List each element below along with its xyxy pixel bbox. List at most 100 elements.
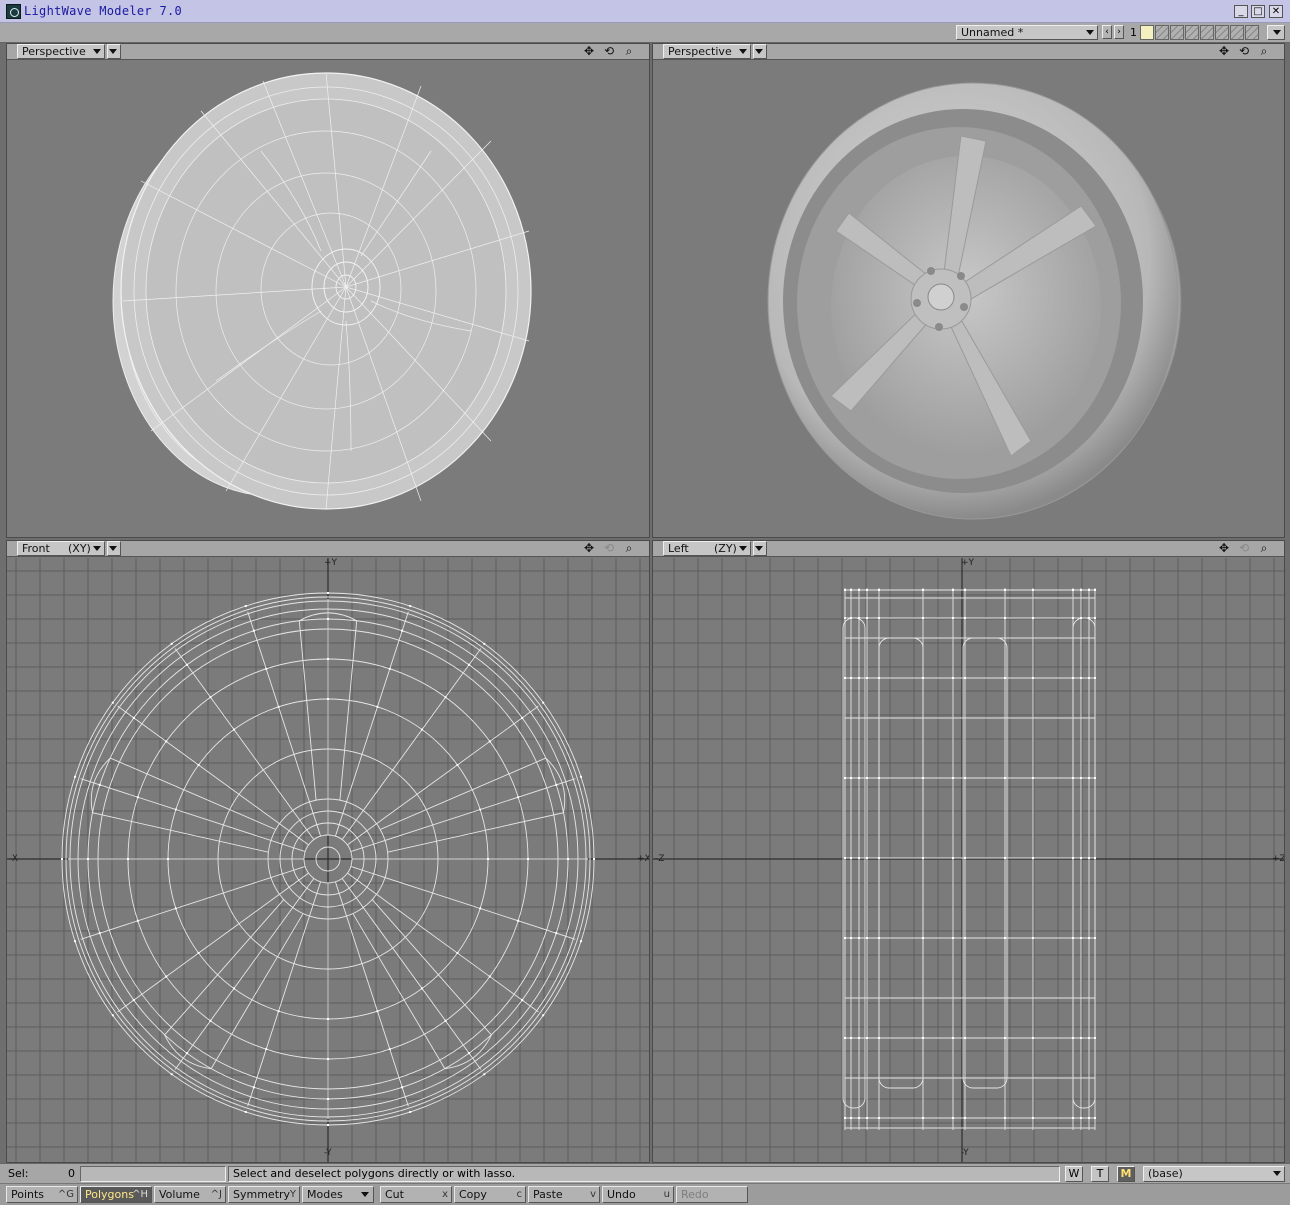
chevron-down-icon: [1273, 30, 1281, 35]
front-wireframe: [7, 558, 649, 1162]
cut-button[interactable]: Cut x: [380, 1186, 452, 1203]
button-label: Copy: [459, 1188, 487, 1201]
points-mode-button[interactable]: Points ^G: [6, 1186, 78, 1203]
zoom-icon[interactable]: ⌕: [621, 542, 637, 556]
viewport-bottom-right[interactable]: Left (ZY) ✥ ⟲ ⌕ +Y -Y -Z +Z: [652, 540, 1285, 1163]
viewport-bottom-left[interactable]: Front (XY) ✥ ⟲ ⌕ +Y -Y -X +X: [6, 540, 650, 1163]
viewport-top-right[interactable]: Perspective ✥ ⟲ ⌕: [652, 43, 1285, 538]
layer-slot-1[interactable]: [1140, 25, 1154, 40]
axis-label-top: +Y: [961, 558, 975, 568]
command-bar: Points ^G Polygons ^H Volume ^J Symmetry Y M…: [0, 1183, 1290, 1205]
polygons-mode-button[interactable]: Polygons ^H: [80, 1186, 152, 1203]
rotate-icon[interactable]: ⟲: [1236, 45, 1252, 59]
chevron-down-icon: [109, 49, 117, 54]
texture-toggle[interactable]: T: [1091, 1166, 1109, 1182]
sel-label: Sel:: [8, 1167, 29, 1180]
material-toggle[interactable]: M: [1117, 1166, 1135, 1182]
wireframe-toggle[interactable]: W: [1065, 1166, 1083, 1182]
chevron-down-icon: [1273, 1171, 1281, 1176]
paste-button[interactable]: Paste v: [528, 1186, 600, 1203]
viewport-top-left[interactable]: Perspective ✥ ⟲ ⌕: [6, 43, 650, 538]
symmetry-button[interactable]: Symmetry Y: [228, 1186, 300, 1203]
title-bar: LightWave Modeler 7.0 _ □ ✕: [0, 0, 1290, 23]
view-type-label: Perspective: [668, 45, 732, 58]
grid: [653, 558, 1284, 1162]
chevron-down-icon: [1086, 30, 1094, 35]
viewport-header: Front (XY) ✥ ⟲ ⌕: [7, 541, 649, 557]
object-selector[interactable]: Unnamed *: [956, 25, 1098, 40]
button-label: Volume: [159, 1188, 200, 1201]
zoom-icon[interactable]: ⌕: [1256, 45, 1272, 59]
redo-button: Redo: [676, 1186, 748, 1203]
view-type-label: Perspective: [22, 45, 86, 58]
surface-name: (base): [1148, 1167, 1183, 1180]
view-type-dropdown[interactable]: Perspective: [663, 44, 751, 59]
axis-label-right: +X: [637, 854, 650, 864]
layer-prev-button[interactable]: ‹: [1102, 25, 1112, 39]
close-button[interactable]: ✕: [1269, 5, 1283, 18]
view-type-label: Front: [22, 542, 50, 555]
zoom-icon[interactable]: ⌕: [621, 45, 637, 59]
render-mode-dropdown[interactable]: [107, 44, 121, 59]
render-mode-dropdown[interactable]: [107, 541, 121, 556]
chevron-down-icon: [755, 546, 763, 551]
info-field: [80, 1166, 226, 1182]
axis-label-right: +Z: [1272, 854, 1285, 864]
layer-menu-button[interactable]: [1267, 25, 1285, 40]
render-mode-dropdown[interactable]: [753, 541, 767, 556]
maximize-button[interactable]: □: [1251, 5, 1265, 18]
chevron-down-icon: [361, 1192, 369, 1197]
button-label: Points: [11, 1188, 45, 1201]
viewport-canvas[interactable]: +Y -Y -Z +Z: [653, 558, 1284, 1162]
pan-icon[interactable]: ✥: [1216, 542, 1232, 556]
view-type-dropdown[interactable]: Left (ZY): [663, 541, 751, 556]
pan-icon[interactable]: ✥: [581, 45, 597, 59]
rotate-icon[interactable]: ⟲: [601, 45, 617, 59]
button-label: Paste: [533, 1188, 563, 1201]
viewport-canvas[interactable]: [653, 61, 1284, 537]
rotate-icon: ⟲: [603, 541, 615, 555]
undo-button[interactable]: Undo u: [602, 1186, 674, 1203]
button-label: Modes: [307, 1188, 343, 1201]
viewport-header: Perspective ✥ ⟲ ⌕: [7, 44, 649, 60]
zoom-icon[interactable]: ⌕: [1256, 542, 1272, 556]
layer-slot-7[interactable]: [1230, 25, 1244, 40]
shortcut-key: v: [590, 1189, 596, 1200]
view-axis-label: (ZY): [714, 542, 737, 555]
shortcut-key: ^J: [210, 1189, 222, 1200]
copy-button[interactable]: Copy c: [454, 1186, 526, 1203]
view-type-label: Left: [668, 542, 689, 555]
rotate-icon: ⟲: [1238, 541, 1250, 555]
side-wireframe: [653, 558, 1284, 1162]
shortcut-key: ^H: [132, 1189, 148, 1200]
top-toolbar: Unnamed * ‹ › 1: [0, 23, 1290, 43]
view-type-dropdown[interactable]: Front (XY): [17, 541, 105, 556]
layer-slot-5[interactable]: [1200, 25, 1214, 40]
pan-icon[interactable]: ✥: [1216, 45, 1232, 59]
chevron-down-icon: [93, 546, 101, 551]
modes-dropdown[interactable]: Modes: [302, 1186, 374, 1203]
viewport-canvas[interactable]: [7, 61, 649, 537]
minimize-button[interactable]: _: [1234, 5, 1248, 18]
layer-next-button[interactable]: ›: [1114, 25, 1124, 39]
render-mode-dropdown[interactable]: [753, 44, 767, 59]
shortcut-key: u: [663, 1189, 670, 1200]
viewport-canvas[interactable]: +Y -Y -X +X: [7, 558, 649, 1162]
layer-slot-4[interactable]: [1185, 25, 1199, 40]
axis-label-left: -X: [9, 854, 18, 864]
layer-slot-8[interactable]: [1245, 25, 1259, 40]
viewport-header: Left (ZY) ✥ ⟲ ⌕: [653, 541, 1284, 557]
layer-slot-2[interactable]: [1155, 25, 1169, 40]
volume-mode-button[interactable]: Volume ^J: [154, 1186, 226, 1203]
pan-icon[interactable]: ✥: [581, 542, 597, 556]
wheel-wireframe-shaded: [112, 72, 532, 510]
layer-slot-3[interactable]: [1170, 25, 1184, 40]
layer-slot-6[interactable]: [1215, 25, 1229, 40]
window-title: LightWave Modeler 7.0: [24, 4, 183, 18]
shortcut-key: c: [516, 1189, 523, 1200]
modeler-window: LightWave Modeler 7.0 _ □ ✕ Unnamed * ‹ …: [0, 0, 1290, 1205]
surface-dropdown[interactable]: (base): [1143, 1166, 1285, 1182]
status-bar: Sel: 0 Select and deselect polygons dire…: [0, 1163, 1290, 1183]
axis-label-top: +Y: [324, 558, 338, 568]
view-type-dropdown[interactable]: Perspective: [17, 44, 105, 59]
